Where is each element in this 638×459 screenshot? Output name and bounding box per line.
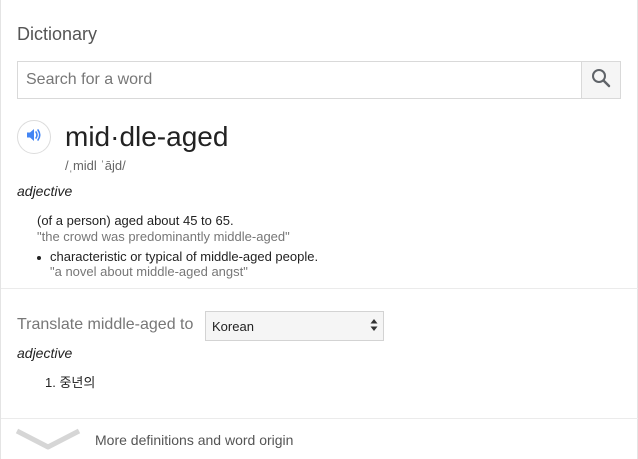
language-select-value: Korean (212, 319, 254, 334)
section-divider (1, 288, 638, 289)
pronunciation-button[interactable] (17, 120, 51, 154)
headword: mid·dle-aged (65, 121, 229, 152)
search-input[interactable] (18, 62, 582, 98)
definition-example: "the crowd was predominantly middle-aged… (37, 229, 290, 244)
chevron-down-icon (15, 427, 81, 456)
more-definitions-button[interactable]: More definitions and word origin (1, 419, 638, 459)
search-button[interactable] (581, 62, 620, 98)
speaker-icon (25, 126, 43, 149)
definition: (of a person) aged about 45 to 65. (37, 213, 234, 228)
more-definitions-label: More definitions and word origin (95, 432, 294, 448)
dictionary-card: Dictionary mid·dle-aged /ˌmidl ˈājd/ adj… (0, 0, 638, 459)
translation-item: 1. 중년의 (45, 375, 96, 390)
subsense-bullet (37, 256, 41, 260)
phonetic-spelling: /ˌmidl ˈājd/ (65, 158, 126, 173)
updown-arrows-icon (370, 318, 378, 335)
search-icon (591, 68, 611, 93)
translate-label: Translate middle-aged to (17, 316, 194, 333)
search-box (17, 61, 621, 99)
translation-part-of-speech: adjective (17, 345, 73, 361)
subsense-example: "a novel about middle-aged angst" (50, 264, 248, 279)
subsense-definition: characteristic or typical of middle-aged… (50, 249, 319, 264)
language-select[interactable]: Korean (205, 311, 384, 341)
panel-title: Dictionary (17, 24, 98, 44)
part-of-speech: adjective (17, 183, 73, 199)
